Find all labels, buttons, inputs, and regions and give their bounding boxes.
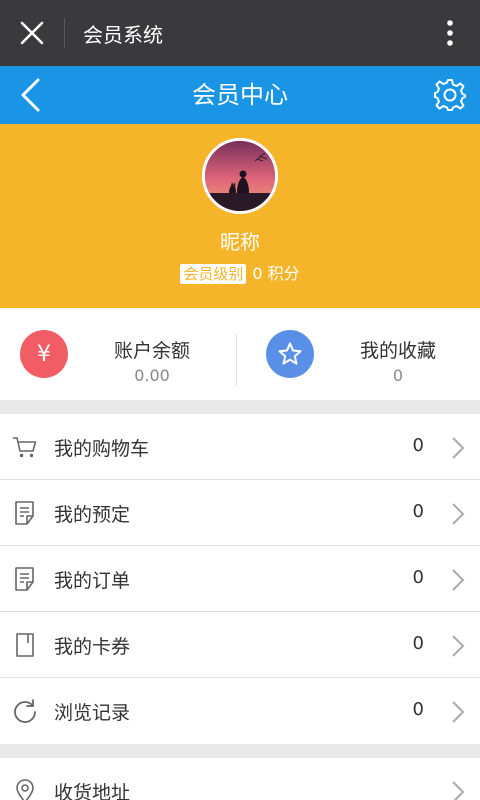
member-level-badge: 会员级别 bbox=[180, 264, 247, 284]
menu-item-history[interactable]: 浏览记录 0 bbox=[0, 678, 480, 744]
member-info: 会员级别 0 积分 bbox=[0, 260, 480, 284]
stats-row: ¥ 账户余额 0.00 我的收藏 0 bbox=[0, 308, 480, 400]
menu-item-label: 我的订单 bbox=[54, 570, 131, 592]
window-title: 会员系统 bbox=[83, 22, 163, 47]
menu-item-count: 0 bbox=[412, 633, 424, 654]
more-vertical-icon bbox=[447, 20, 453, 46]
chevron-right-icon bbox=[452, 781, 465, 800]
card-icon bbox=[16, 633, 34, 657]
section-gap bbox=[0, 744, 480, 758]
chevron-left-icon bbox=[21, 78, 40, 112]
menu-item-label: 收货地址 bbox=[54, 782, 131, 800]
chevron-right-icon bbox=[452, 437, 465, 459]
close-icon bbox=[20, 21, 44, 45]
back-button[interactable] bbox=[8, 66, 52, 124]
menu-item-reservations[interactable]: 我的预定 0 bbox=[0, 480, 480, 546]
yen-icon: ¥ bbox=[20, 330, 68, 378]
chevron-right-icon bbox=[452, 701, 465, 723]
menu-item-label: 我的预定 bbox=[54, 504, 131, 526]
menu-item-label: 我的卡券 bbox=[54, 636, 131, 658]
menu-item-coupons[interactable]: 我的卡券 0 bbox=[0, 612, 480, 678]
menu-item-orders[interactable]: 我的订单 0 bbox=[0, 546, 480, 612]
profile-header: 昵称 会员级别 0 积分 bbox=[0, 124, 480, 308]
account-balance[interactable]: ¥ 账户余额 0.00 bbox=[0, 308, 240, 400]
page-title: 会员中心 bbox=[192, 81, 288, 109]
cart-icon bbox=[12, 437, 37, 458]
divider bbox=[64, 18, 65, 48]
balance-value: 0.00 bbox=[134, 366, 170, 385]
divider bbox=[236, 334, 237, 386]
nickname: 昵称 bbox=[220, 230, 260, 254]
menu-item-count: 0 bbox=[412, 501, 424, 522]
star-icon bbox=[266, 330, 314, 378]
menu-item-label: 我的购物车 bbox=[54, 438, 150, 460]
avatar-image bbox=[205, 141, 275, 211]
chevron-right-icon bbox=[452, 635, 465, 657]
close-button[interactable] bbox=[0, 0, 64, 66]
balance-label: 账户余额 bbox=[113, 340, 190, 362]
settings-button[interactable] bbox=[426, 66, 474, 124]
avatar[interactable] bbox=[202, 138, 278, 214]
chevron-right-icon bbox=[452, 503, 465, 525]
nav-bar: 会员中心 bbox=[0, 66, 480, 124]
section-gap bbox=[0, 400, 480, 414]
chevron-right-icon bbox=[452, 569, 465, 591]
points-text: 0 积分 bbox=[252, 264, 300, 283]
gear-icon bbox=[434, 79, 466, 111]
wechat-title-bar: 会员系统 bbox=[0, 0, 480, 66]
menu-item-count: 0 bbox=[412, 699, 424, 720]
menu-item-count: 0 bbox=[412, 435, 424, 456]
favorites-label: 我的收藏 bbox=[359, 340, 436, 362]
document-icon bbox=[15, 501, 34, 525]
favorites-value: 0 bbox=[392, 366, 404, 385]
menu-item-label: 浏览记录 bbox=[54, 702, 131, 724]
location-icon bbox=[16, 779, 34, 800]
refresh-icon bbox=[14, 699, 36, 723]
menu-item-address[interactable]: 收货地址 bbox=[0, 758, 480, 800]
menu-item-count: 0 bbox=[412, 567, 424, 588]
document-icon bbox=[15, 567, 34, 591]
my-favorites[interactable]: 我的收藏 0 bbox=[240, 308, 480, 400]
menu-item-cart[interactable]: 我的购物车 0 bbox=[0, 414, 480, 480]
more-button[interactable] bbox=[420, 0, 480, 66]
